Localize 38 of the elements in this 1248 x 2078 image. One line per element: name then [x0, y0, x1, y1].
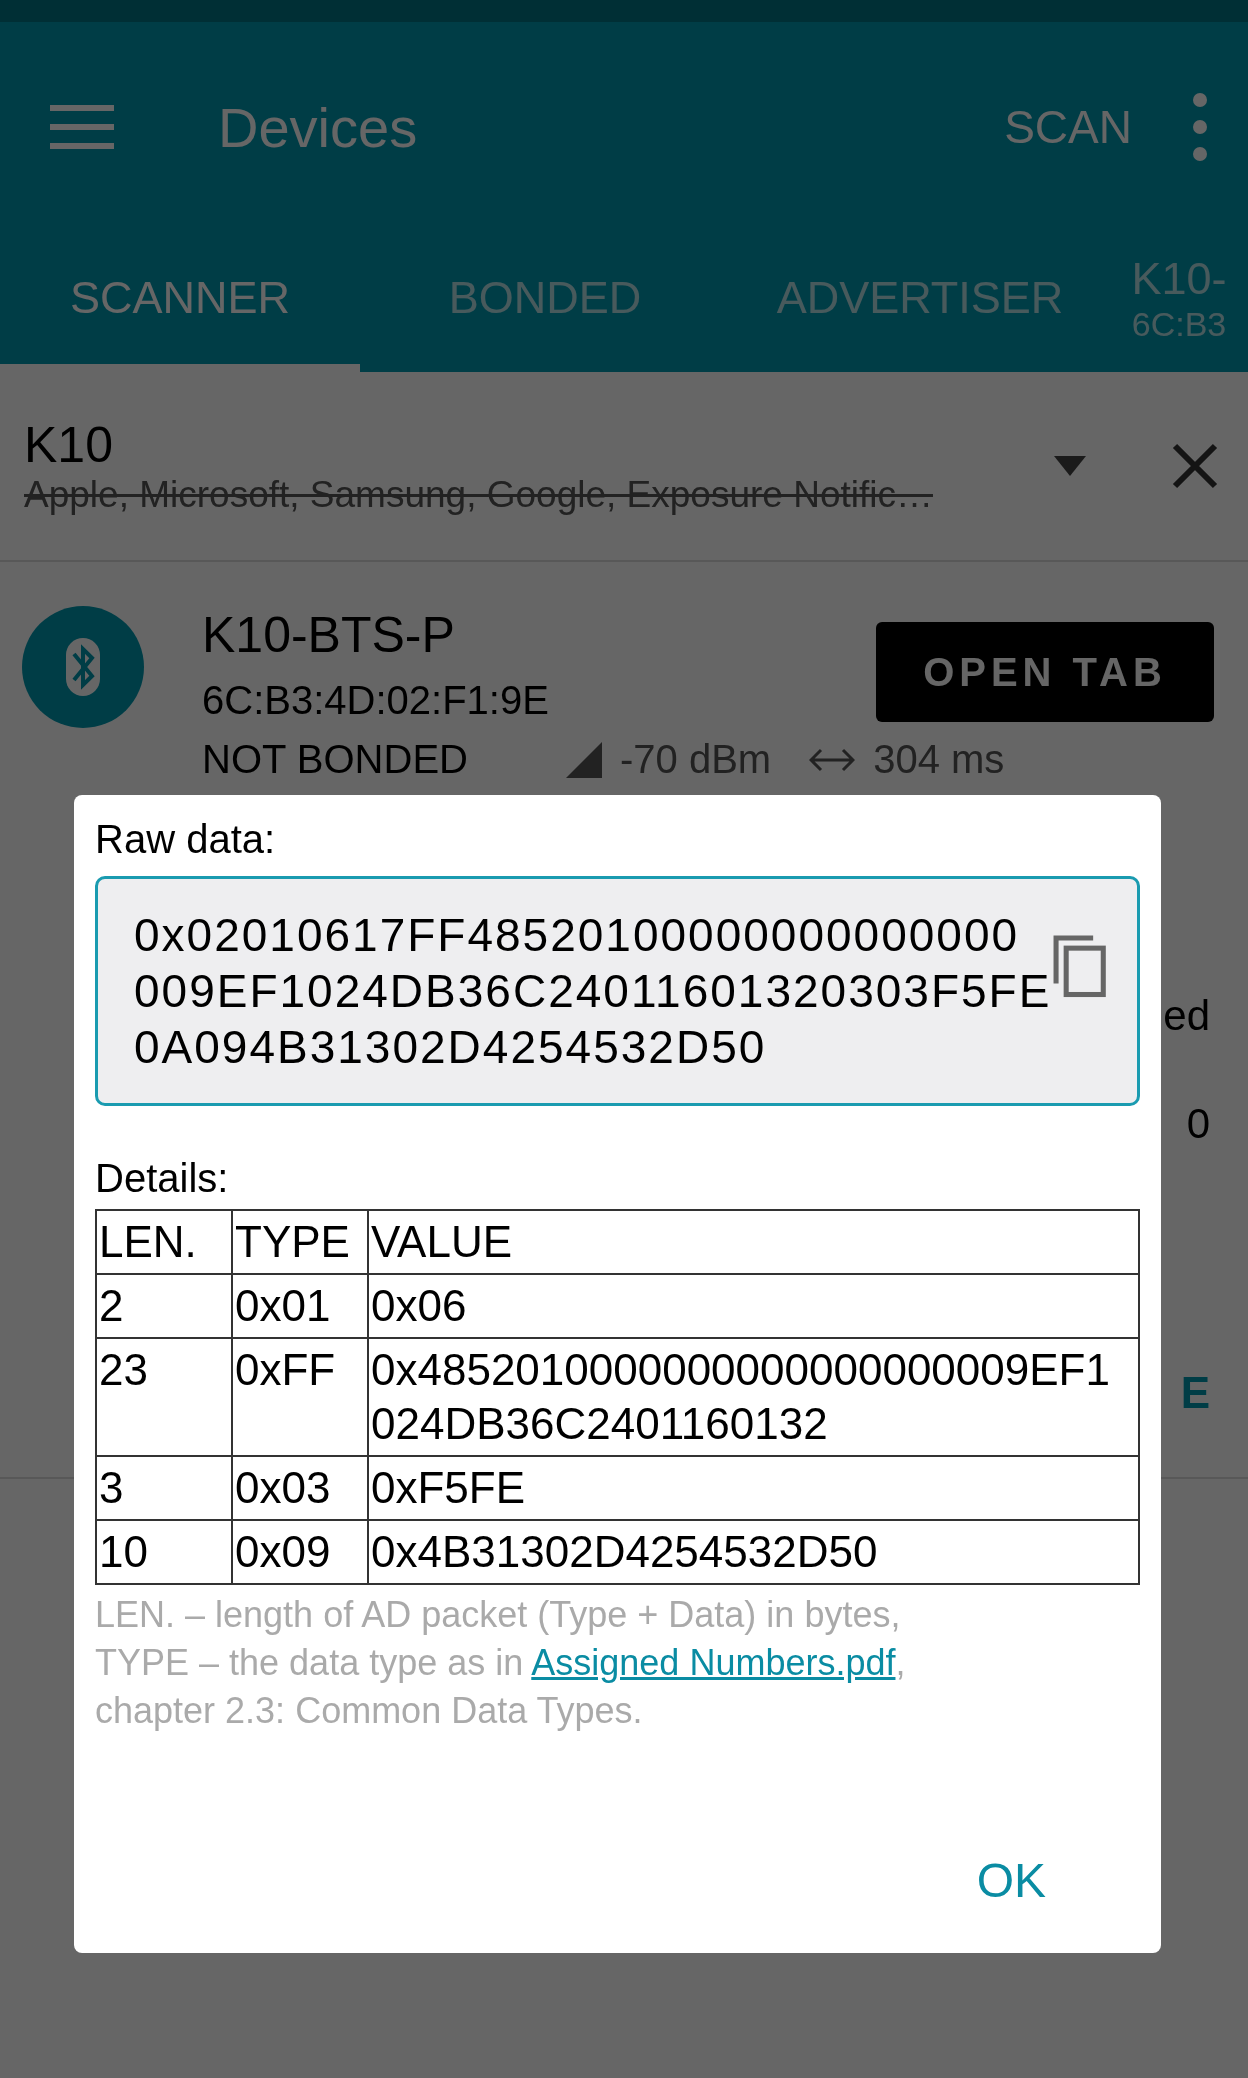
device-detail-text: 0	[1186, 1100, 1210, 1148]
ok-button[interactable]: OK	[946, 1837, 1076, 1924]
tab[interactable]: ADVERTISER	[730, 232, 1110, 372]
table-cell: 0xF5FE	[368, 1456, 1139, 1520]
interval-value: 304 ms	[873, 737, 1005, 782]
app-title: Devices	[218, 94, 419, 160]
details-label: Details:	[95, 1156, 230, 1201]
table-cell: 0x4852010000000000000000009EF1 024DB36C2401160132	[368, 1338, 1139, 1456]
raw-data-label: Raw data:	[95, 817, 277, 862]
device-detail-text: ed	[1163, 992, 1210, 1040]
column-header: TYPE	[232, 1210, 368, 1274]
table-cell: 0x03	[232, 1456, 368, 1520]
table-cell: 0x4B31302D4254532D50	[368, 1520, 1139, 1584]
tab[interactable]: SCANNER	[0, 232, 360, 372]
table-cell: 0xFF	[232, 1338, 368, 1456]
table-cell: 23	[96, 1338, 232, 1456]
scan-button[interactable]: SCAN	[1004, 100, 1132, 154]
table-cell: 3	[96, 1456, 232, 1520]
assigned-numbers-link[interactable]: Assigned Numbers.pdf	[531, 1642, 896, 1683]
raw-data-field[interactable]: 0x02010617FF48520100000000000000 009EF1024DB36C24011601320303F5FE 0A094B31302D4254532D50	[95, 876, 1140, 1106]
bond-state: NOT BONDED	[202, 737, 468, 782]
open-tab-button[interactable]: OPEN TAB	[876, 622, 1214, 722]
column-header: VALUE	[368, 1210, 1139, 1274]
filter-value[interactable]: K10	[24, 416, 1248, 474]
excluded-filters: Apple, Microsoft, Samsung, Google, Exposure Notific…	[24, 474, 934, 516]
table-cell: 0x06	[368, 1274, 1139, 1338]
action-link[interactable]: E	[1180, 1368, 1210, 1418]
tab[interactable]: BONDED	[360, 232, 730, 372]
table-cell: 0x01	[232, 1274, 368, 1338]
table-cell: 10	[96, 1520, 232, 1584]
device-name: K10-BTS-P	[202, 606, 456, 664]
column-header: LEN.	[96, 1210, 232, 1274]
footnote: LEN. – length of AD packet (Type + Data) in bytes, TYPE – the data type as in Assigned Numbers.pdf, chapter 2.3: Common Data Types.	[95, 1593, 907, 1733]
rssi-value: -70 dBm	[619, 737, 772, 782]
device-address: 6C:B3:4D:02:F1:9E	[202, 678, 550, 723]
tab[interactable]: K10- 6C:B3	[1110, 232, 1248, 372]
table-cell: 0x09	[232, 1520, 368, 1584]
table-cell: 2	[96, 1274, 232, 1338]
